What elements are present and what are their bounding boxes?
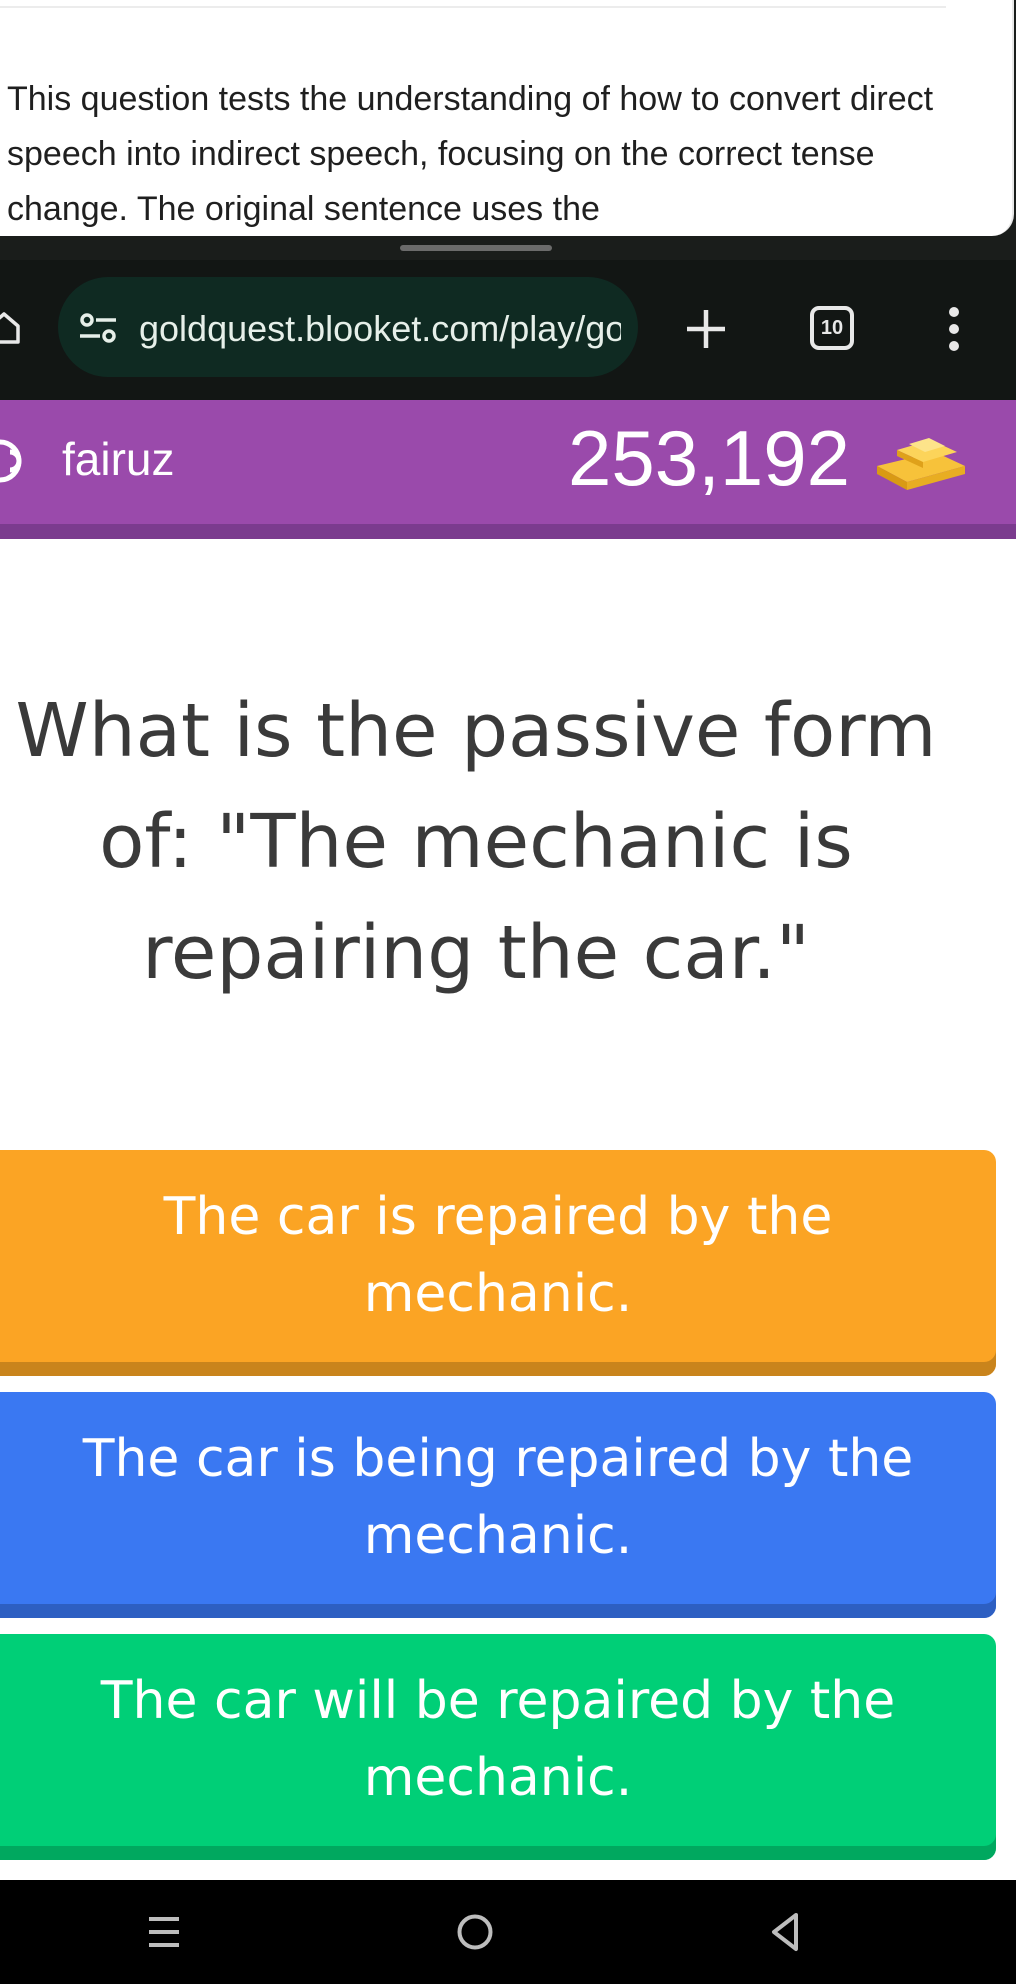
recents-icon[interactable] xyxy=(147,1914,181,1950)
top-split-pane: This question tests the understanding of… xyxy=(0,0,1016,260)
answer-option-label: The car is repaired by the mechanic. xyxy=(163,1187,833,1324)
circle-home-icon[interactable] xyxy=(456,1913,494,1951)
gold-bars-icon xyxy=(877,438,965,490)
tune-icon[interactable] xyxy=(78,312,118,344)
gold-count: 253,192 xyxy=(568,414,850,502)
game-header-shadow xyxy=(0,524,1016,539)
more-vert-icon[interactable] xyxy=(944,306,964,352)
answer-option-3[interactable]: The car will be repaired by the mechanic… xyxy=(0,1634,996,1860)
url-text[interactable]: goldquest.blooket.com/play/gold xyxy=(139,303,621,355)
answer-option-label: The car is being repaired by the mechani… xyxy=(82,1429,914,1566)
question-text: What is the passive form of: "The mechan… xyxy=(15,688,937,996)
answer-option-1[interactable]: The car is repaired by the mechanic. xyxy=(0,1150,996,1376)
split-screen-handle[interactable] xyxy=(400,245,552,251)
answer-option-2[interactable]: The car is being repaired by the mechani… xyxy=(0,1392,996,1618)
back-triangle-icon[interactable] xyxy=(770,1912,800,1952)
home-icon[interactable] xyxy=(0,310,22,346)
player-icon xyxy=(0,439,22,483)
answer-option-label: The car will be repaired by the mechanic… xyxy=(100,1671,896,1808)
new-tab-plus-icon[interactable] xyxy=(684,307,728,351)
explanation-card[interactable]: This question tests the understanding of… xyxy=(0,0,1014,236)
explanation-text: This question tests the understanding of… xyxy=(7,80,934,228)
divider xyxy=(0,6,946,8)
player-name: fairuz xyxy=(62,433,175,485)
tab-switcher-button[interactable]: 10 xyxy=(810,306,854,350)
